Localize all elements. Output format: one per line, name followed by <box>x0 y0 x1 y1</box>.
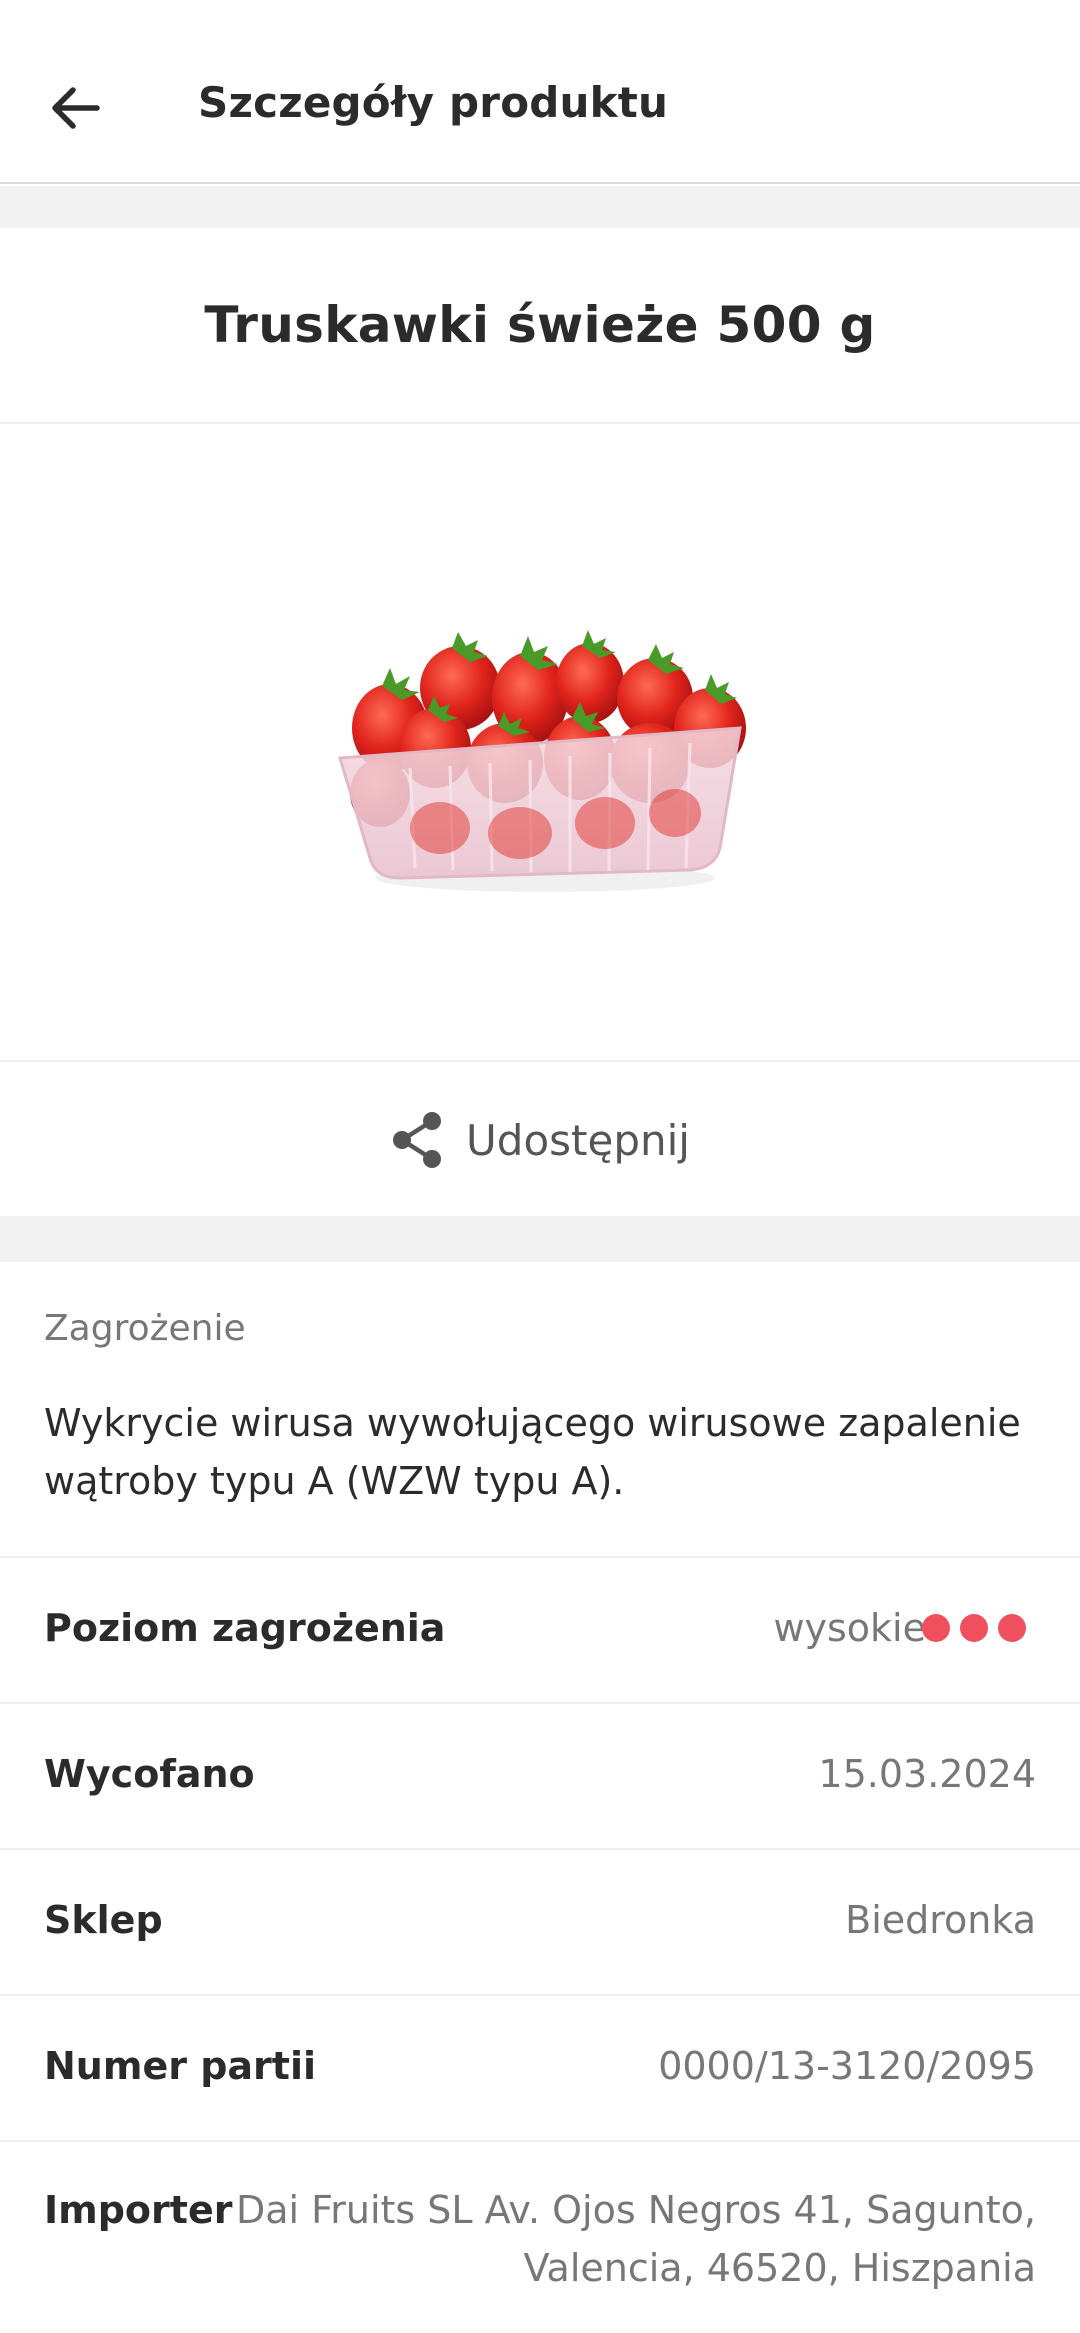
details-card: Zagrożenie Wykrycie wirusa wywołującego … <box>0 1262 1080 2333</box>
risk-level-row: Poziom zagrożenia wysokie <box>0 1556 1080 1702</box>
back-button[interactable] <box>40 72 112 144</box>
risk-dot <box>922 1614 950 1642</box>
batch-number: 0000/13-3120/2095 <box>658 2044 1036 2088</box>
arrow-left-icon <box>52 87 100 129</box>
share-label: Udostępnij <box>466 1115 690 1165</box>
withdrawn-label: Wycofano <box>44 1752 255 1796</box>
risk-dot <box>960 1614 988 1642</box>
hazard-label: Zagrożenie <box>44 1308 246 1349</box>
share-content: Udostępnij <box>390 1111 690 1169</box>
product-image-card <box>0 426 1080 1062</box>
page-title: Szczegóły produktu <box>198 78 669 127</box>
product-title-card: Truskawki świeże 500 g <box>0 228 1080 424</box>
risk-level-indicator <box>922 1614 1026 1642</box>
share-icon <box>393 1112 442 1168</box>
app-bar: Szczegóły produktu <box>0 0 1080 184</box>
product-details-screen: Szczegóły produktu Truskawki świeże 500 … <box>0 0 1080 2333</box>
store-label: Sklep <box>44 1898 163 1942</box>
risk-dot <box>998 1614 1026 1642</box>
section-divider <box>0 1216 1080 1262</box>
withdrawn-date: 15.03.2024 <box>818 1752 1036 1796</box>
importer-address-line2: Valencia, 46520, Hiszpania <box>523 2246 1037 2290</box>
hazard-description: Wykrycie wirusa wywołującego wirusowe za… <box>44 1401 1021 1503</box>
risk-level-value: wysokie <box>773 1606 926 1650</box>
importer-address-line1: Dai Fruits SL Av. Ojos Negros 41, Sagunt… <box>235 2188 1036 2232</box>
share-button[interactable]: Udostępnij <box>0 1064 1080 1216</box>
product-image <box>338 630 746 892</box>
risk-level-label: Poziom zagrożenia <box>44 1606 446 1650</box>
section-divider <box>0 186 1080 228</box>
batch-row: Numer partii 0000/13-3120/2095 <box>0 1994 1080 2140</box>
importer-row: Importer Dai Fruits SL Av. Ojos Negros 4… <box>0 2140 1080 2333</box>
withdrawn-row: Wycofano 15.03.2024 <box>0 1702 1080 1848</box>
store-value: Biedronka <box>845 1898 1036 1942</box>
batch-label: Numer partii <box>44 2044 316 2088</box>
product-name: Truskawki świeże 500 g <box>204 296 876 354</box>
importer-label: Importer <box>44 2188 233 2232</box>
store-row: Sklep Biedronka <box>0 1848 1080 1994</box>
